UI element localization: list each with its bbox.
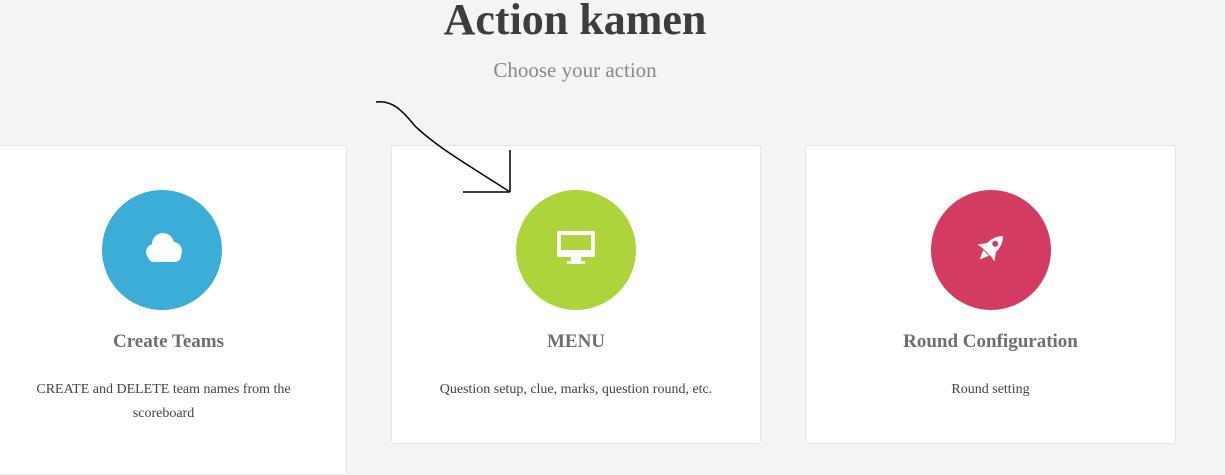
create-teams-icon-circle[interactable] [102, 190, 222, 310]
desktop-icon [556, 230, 596, 271]
rocket-icon [971, 228, 1011, 273]
card-description: Question setup, clue, marks, question ro… [439, 382, 713, 397]
menu-icon-circle[interactable] [516, 190, 636, 310]
card-title[interactable]: Round Configuration [806, 330, 1175, 354]
card-description: Round setting [951, 382, 1030, 397]
card-round-configuration[interactable]: Round Configuration Round setting [805, 145, 1176, 444]
card-title[interactable]: MENU [392, 330, 760, 354]
card-menu[interactable]: MENU Question setup, clue, marks, questi… [391, 145, 761, 444]
card-title[interactable]: Create Teams [0, 330, 346, 354]
card-create-teams[interactable]: Create Teams CREATE and DELETE team name… [0, 145, 347, 475]
card-description: CREATE and DELETE team names from the sc… [36, 382, 291, 421]
page-title: Action kamen [443, 0, 707, 44]
cloud-icon [140, 232, 184, 269]
round-configuration-icon-circle[interactable] [931, 190, 1051, 310]
page-subtitle: Choose your action [493, 58, 657, 82]
